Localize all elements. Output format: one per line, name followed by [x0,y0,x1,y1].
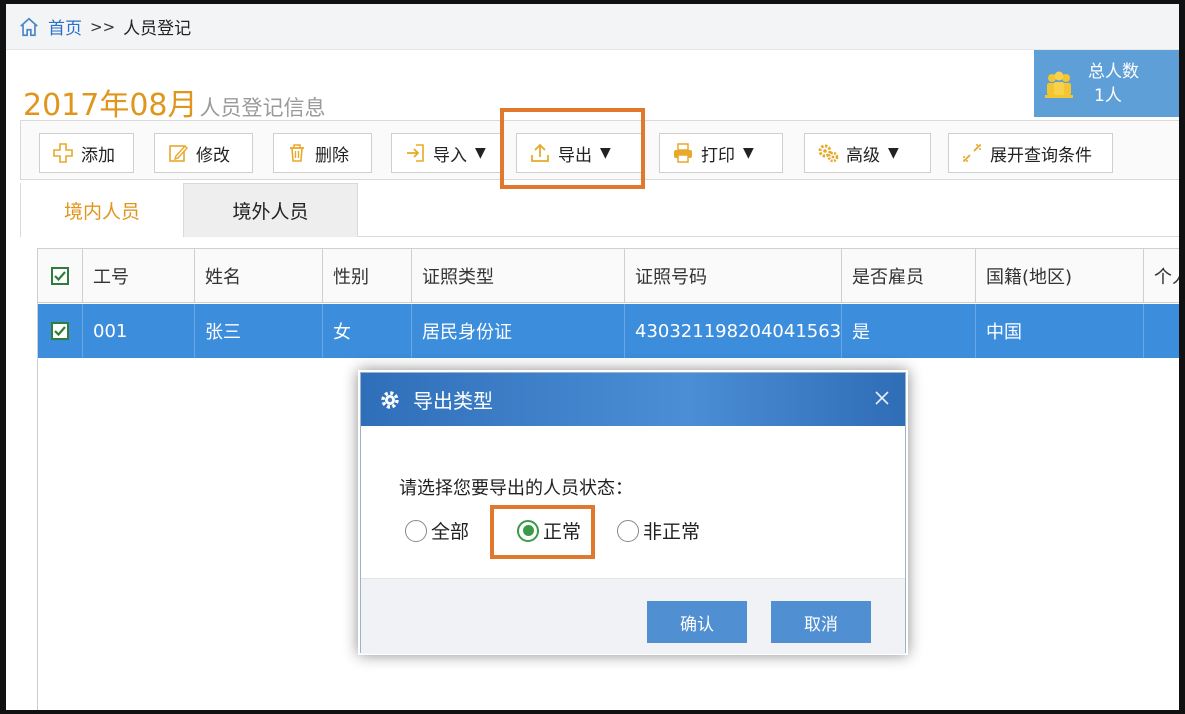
edit-icon [169,144,188,162]
select-all-checkbox[interactable] [51,266,69,285]
plus-icon [53,143,73,163]
radio-circle-abnormal[interactable] [617,519,639,542]
radio-label-all: 全部 [431,521,470,543]
add-button-label: 添加 [81,145,115,166]
delete-button-label: 删除 [315,145,349,166]
export-highlight-box [500,108,645,189]
advanced-caret-icon: ▼ [888,145,899,161]
cell-is-employee: 是 [842,304,976,358]
cell-id-number: 430321198204041563 [625,304,842,358]
header-id-type[interactable]: 证照类型 [412,249,625,302]
breadcrumb-separator: >> [90,17,116,36]
tab-divider [358,236,1179,237]
table-header-row: 工号 姓名 性别 证照类型 证照号码 是否雇员 国籍(地区) 个人 [38,249,1179,303]
header-id-number[interactable]: 证照号码 [625,249,842,302]
select-all-cell [38,249,83,302]
app-window: 首页 >> 人员登记 2017年08月人员登记信息 总人数 1人 添加 修改 删… [6,4,1179,710]
total-count-card: 总人数 1人 [1034,50,1179,117]
cell-gender: 女 [323,304,412,358]
expand-query-button[interactable]: 展开查询条件 [948,133,1113,173]
tab-foreign[interactable]: 境外人员 [183,183,358,237]
header-employee-id[interactable]: 工号 [83,249,195,302]
delete-button[interactable]: 删除 [273,133,372,173]
header-is-employee[interactable]: 是否雇员 [842,249,976,302]
radio-circle-all[interactable] [405,519,427,542]
edit-button-label: 修改 [196,145,230,166]
cell-nationality: 中国 [976,304,1144,358]
import-button-label: 导入 [433,145,467,166]
breadcrumb-home-link[interactable]: 首页 [48,14,82,39]
radio-highlight-box [490,505,595,559]
expand-query-button-label: 展开查询条件 [990,145,1092,166]
checkmark-icon [54,326,66,337]
dialog-header: 导出类型 [361,373,905,426]
tab-bar: 境内人员 境外人员 [20,183,1179,237]
page-title-period: 2017年08月 [23,88,198,123]
header-nationality[interactable]: 国籍(地区) [976,249,1144,302]
close-icon[interactable] [873,389,891,407]
tab-domestic[interactable]: 境内人员 [21,183,183,237]
dialog-footer: 确认 取消 [361,578,905,654]
radio-option-all[interactable]: 全部 [405,517,469,544]
advanced-button[interactable]: 高级 ▼ [804,133,931,173]
edit-button[interactable]: 修改 [154,133,253,173]
home-icon[interactable] [18,16,40,38]
export-type-dialog: 导出类型 请选择您要导出的人员状态： 全部 正常 非正常 确认 取消 [360,372,906,654]
row-select-cell [38,304,83,358]
expand-icon [963,144,981,162]
print-button[interactable]: 打印 ▼ [659,133,783,173]
cell-id-type: 居民身份证 [412,304,625,358]
header-name[interactable]: 姓名 [195,249,323,302]
cell-personal [1144,304,1179,358]
add-button[interactable]: 添加 [39,133,134,173]
page-title-subtitle: 人员登记信息 [199,96,326,120]
confirm-button[interactable]: 确认 [647,601,747,643]
dialog-body: 请选择您要导出的人员状态： 全部 正常 非正常 [361,426,905,578]
checkmark-icon [54,270,66,281]
printer-icon [674,143,692,163]
import-button[interactable]: 导入 ▼ [391,133,501,173]
import-icon [407,144,424,162]
gear-icon [381,390,399,409]
dialog-title: 导出类型 [413,389,493,413]
table-row[interactable]: 001 张三 女 居民身份证 430321198204041563 是 中国 [38,304,1179,358]
gears-icon [818,144,839,163]
radio-label-abnormal: 非正常 [643,521,701,543]
header-personal[interactable]: 个人 [1144,249,1179,302]
cell-employee-id: 001 [83,304,195,358]
advanced-button-label: 高级 [846,145,880,166]
radio-option-abnormal[interactable]: 非正常 [617,517,700,544]
import-caret-icon: ▼ [475,145,486,161]
cancel-button[interactable]: 取消 [771,601,871,643]
header-gender[interactable]: 性别 [323,249,412,302]
print-caret-icon: ▼ [743,145,754,161]
print-button-label: 打印 [701,145,735,166]
trash-icon [290,144,304,162]
cell-name: 张三 [195,304,323,358]
breadcrumb: 首页 >> 人员登记 [6,4,1179,50]
total-count-label: 总人数 [1088,61,1139,82]
breadcrumb-current: 人员登记 [123,19,192,39]
dialog-prompt: 请选择您要导出的人员状态： [399,478,633,499]
people-icon [1045,71,1073,98]
page-title: 2017年08月人员登记信息 [23,80,326,124]
row-checkbox[interactable] [51,322,69,340]
total-count-value: 1人 [1094,85,1122,106]
